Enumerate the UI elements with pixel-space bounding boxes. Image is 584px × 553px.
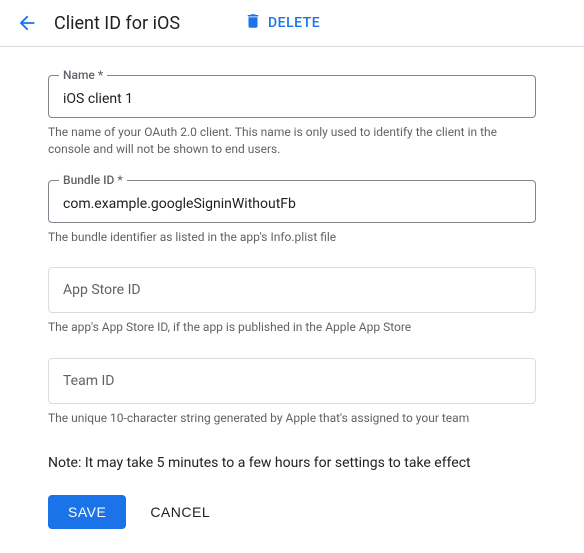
save-button[interactable]: SAVE <box>48 495 126 529</box>
team-placeholder: Team ID <box>63 373 114 389</box>
note-text: Note: It may take 5 minutes to a few hou… <box>48 455 536 471</box>
cancel-button[interactable]: CANCEL <box>150 504 210 520</box>
appstore-helper: The app's App Store ID, if the app is pu… <box>48 319 536 336</box>
appstore-field[interactable]: App Store ID <box>48 267 536 313</box>
bundle-label: Bundle ID * <box>59 173 127 187</box>
page-header: Client ID for iOS DELETE <box>0 0 584 47</box>
name-helper: The name of your OAuth 2.0 client. This … <box>48 124 536 158</box>
button-row: SAVE CANCEL <box>48 495 536 529</box>
bundle-field[interactable]: Bundle ID * <box>48 180 536 223</box>
team-helper: The unique 10-character string generated… <box>48 410 536 427</box>
delete-button[interactable]: DELETE <box>244 12 320 34</box>
appstore-field-group: App Store ID The app's App Store ID, if … <box>48 267 536 336</box>
page-title: Client ID for iOS <box>54 13 180 34</box>
bundle-input[interactable] <box>63 196 521 212</box>
team-field-group: Team ID The unique 10-character string g… <box>48 358 536 427</box>
team-field[interactable]: Team ID <box>48 358 536 404</box>
delete-label: DELETE <box>268 15 320 31</box>
name-field-group: Name * The name of your OAuth 2.0 client… <box>48 75 536 158</box>
name-field[interactable]: Name * <box>48 75 536 118</box>
appstore-placeholder: App Store ID <box>63 282 141 298</box>
bundle-field-group: Bundle ID * The bundle identifier as lis… <box>48 180 536 246</box>
name-label: Name * <box>59 68 107 82</box>
trash-icon <box>244 12 262 34</box>
bundle-helper: The bundle identifier as listed in the a… <box>48 229 536 246</box>
form-content: Name * The name of your OAuth 2.0 client… <box>0 47 584 553</box>
back-arrow-icon[interactable] <box>16 12 38 34</box>
name-input[interactable] <box>63 91 521 107</box>
